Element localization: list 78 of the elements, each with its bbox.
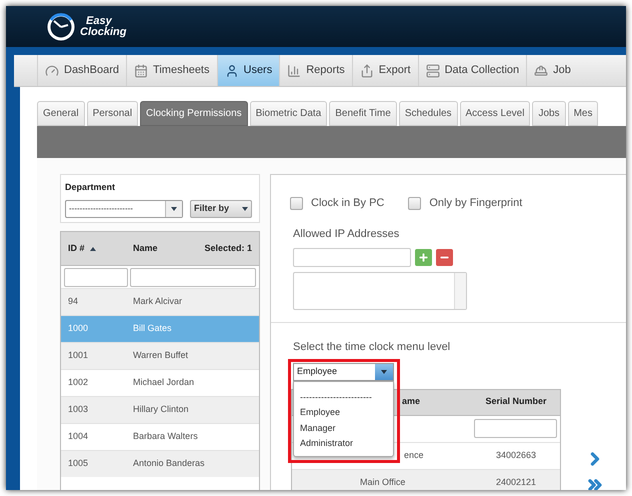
nav-tab[interactable]: Reports: [279, 55, 352, 86]
column-header[interactable]: Serial Number: [472, 395, 560, 409]
table-cell-text: Mark Alcivar: [133, 295, 182, 308]
checkbox-label: Clock in By PC: [311, 196, 384, 211]
sub-tab[interactable]: Schedules: [398, 101, 458, 126]
logo-text: Clocking: [80, 26, 126, 38]
selected-count: Selected: 1: [204, 242, 252, 255]
remove-button[interactable]: [436, 249, 453, 266]
sort-up-icon: [90, 246, 96, 250]
dropdown-option[interactable]: Manager: [300, 418, 387, 434]
table-row[interactable]: 1001 Warren Buffet: [61, 342, 259, 369]
plus-icon: [418, 252, 429, 263]
table-cell-text: 1001: [68, 349, 90, 362]
table-row[interactable]: 94 Mark Alcivar: [61, 288, 259, 315]
table-cell-text: Barbara Walters: [133, 430, 198, 444]
dropdown-option[interactable]: Administrator: [300, 434, 387, 450]
table-cell-text: Main Office: [359, 476, 406, 489]
sub-tab[interactable]: Jobs: [532, 101, 566, 126]
nav-tab[interactable]: Users: [216, 55, 280, 86]
caret-icon: [381, 370, 387, 374]
ip-address-list[interactable]: [293, 272, 467, 310]
checkbox[interactable]: [290, 196, 303, 210]
table-cell-text: 24002121: [494, 476, 538, 489]
gauge-icon: [45, 64, 59, 78]
bar-chart-icon: [287, 64, 302, 78]
menu-level-label: Select the time clock menu level: [292, 340, 452, 355]
scrollbar: [454, 273, 466, 309]
nav-tab[interactable]: Data Collection: [418, 55, 526, 86]
dropdown-option[interactable]: ------------------------: [300, 388, 387, 403]
share-icon: [360, 64, 374, 78]
checkbox-label: Only by Fingerprint: [429, 196, 522, 211]
calendar-icon: [134, 64, 148, 78]
table-cell-text: Warren Buffet: [133, 349, 188, 362]
nav-tab[interactable]: Job: [526, 55, 578, 86]
id-filter-field[interactable]: [64, 268, 128, 286]
clock-logo-icon: [46, 12, 76, 42]
table-cell-text: 1000: [68, 322, 90, 336]
table-cell-text: 94: [68, 295, 80, 308]
table-cell-text: Hillary Clinton: [133, 403, 189, 416]
caret-icon: [171, 206, 177, 210]
sub-tab[interactable]: Personal: [86, 101, 138, 126]
sub-tab[interactable]: Access Level: [460, 101, 530, 126]
table-cell-text: ence: [403, 448, 425, 462]
column-header[interactable]: ID #: [68, 242, 133, 256]
menu-level-select[interactable]: Employee: [293, 362, 394, 380]
logo-text: Easy: [85, 16, 113, 26]
nav-tab[interactable]: DashBoard: [37, 55, 126, 86]
dropdown-option[interactable]: Employee: [300, 403, 387, 418]
name-filter-field[interactable]: [130, 268, 256, 286]
sub-tab[interactable]: Benefit Time: [329, 101, 397, 126]
table-cell-text: 1002: [68, 376, 90, 390]
department-label: Department: [65, 181, 116, 194]
serial-filter-field[interactable]: [474, 419, 557, 438]
checkbox[interactable]: [408, 196, 422, 210]
user-icon: [224, 64, 238, 78]
sub-tab[interactable]: General: [37, 101, 85, 126]
table-cell-text: Bill Gates: [133, 322, 172, 336]
table-cell-text: 34002663: [494, 448, 538, 462]
table-row[interactable]: 1003 Hillary Clinton: [61, 396, 259, 423]
table-cell-text: Antonio Banderas: [133, 457, 205, 470]
server-icon: [426, 64, 440, 78]
nav-tab[interactable]: Export: [352, 55, 418, 86]
caret-icon: [242, 206, 248, 210]
hard-hat-icon: [534, 64, 548, 78]
table-cell-text: 1003: [68, 403, 90, 416]
column-header[interactable]: Name: [133, 242, 204, 256]
sub-tab[interactable]: Mes: [568, 101, 598, 126]
add-button[interactable]: [415, 249, 432, 266]
sub-tab[interactable]: Biometric Data: [250, 101, 328, 126]
table-cell-text: 1004: [68, 430, 90, 444]
department-select[interactable]: ------------------------: [65, 200, 183, 218]
table-cell-text: 1005: [68, 457, 90, 470]
filter-by-button[interactable]: Filter by: [190, 200, 252, 218]
sub-tab[interactable]: Clocking Permissions: [140, 101, 248, 126]
ip-address-field[interactable]: [293, 248, 411, 267]
table-cell-text: Michael Jordan: [133, 376, 194, 390]
table-row[interactable]: 1005 Antonio Banderas: [61, 450, 259, 477]
ip-label: Allowed IP Addresses: [292, 226, 400, 242]
